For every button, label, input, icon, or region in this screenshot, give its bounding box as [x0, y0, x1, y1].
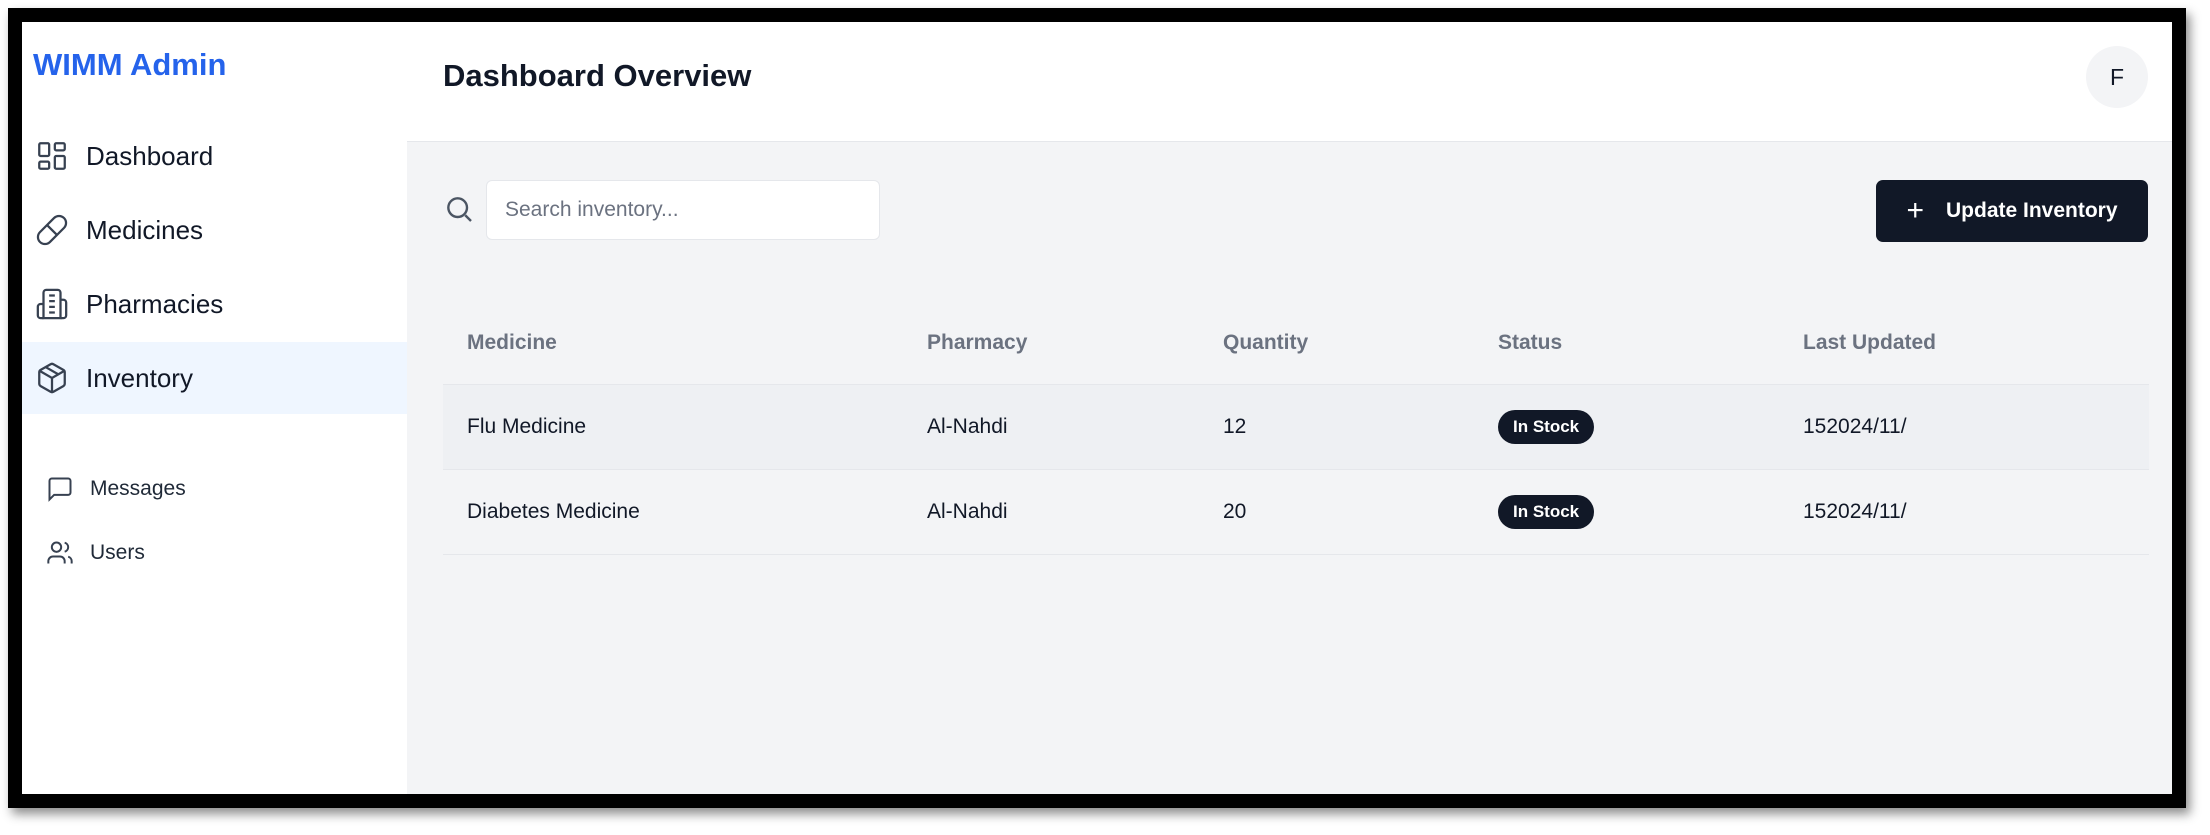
table-row[interactable]: Flu Medicine Al-Nahdi 12 In Stock 152024…: [443, 385, 2149, 470]
sidebar-item-dashboard[interactable]: Dashboard: [22, 120, 407, 192]
sidebar-item-label: Medicines: [86, 214, 204, 245]
table-header: Medicine Pharmacy Quantity Status Last U…: [443, 302, 2149, 385]
avatar[interactable]: F: [2086, 46, 2148, 108]
quantity-cell: 20: [1223, 500, 1247, 523]
pharmacy-cell: Al-Nahdi: [927, 415, 1008, 438]
inventory-table: Medicine Pharmacy Quantity Status Last U…: [443, 302, 2149, 555]
status-cell: In Stock: [1498, 470, 1595, 554]
sidebar: WIMM Admin Dashboard Medicines Pharmacie…: [22, 22, 408, 794]
pharmacy-cell: Al-Nahdi: [927, 500, 1008, 523]
sidebar-item-medicines[interactable]: Medicines: [22, 194, 407, 266]
brand-logo[interactable]: WIMM Admin: [33, 47, 226, 83]
sidebar-item-label: Dashboard: [86, 140, 214, 171]
plus-icon: +: [1906, 194, 1924, 227]
sidebar-item-label: Pharmacies: [86, 288, 224, 319]
sidebar-item-users[interactable]: Users: [22, 525, 407, 581]
page-title: Dashboard Overview: [443, 58, 752, 93]
medicine-cell: Diabetes Medicine: [467, 500, 640, 523]
building-icon: [35, 287, 69, 321]
column-header-last-updated[interactable]: Last Updated: [1803, 302, 1936, 384]
app-screen: WIMM Admin Dashboard Medicines Pharmacie…: [22, 22, 2172, 794]
users-icon: [46, 539, 74, 567]
last-updated-cell: 152024/11/: [1803, 500, 1907, 523]
dashboard-icon: [35, 139, 69, 173]
update-inventory-button[interactable]: + Update Inventory: [1876, 180, 2148, 242]
table-row[interactable]: Diabetes Medicine Al-Nahdi 20 In Stock 1…: [443, 470, 2149, 555]
column-header-medicine[interactable]: Medicine: [467, 302, 557, 384]
quantity-cell: 12: [1223, 415, 1247, 438]
status-badge: In Stock: [1498, 495, 1595, 529]
sidebar-item-label: Users: [90, 541, 145, 564]
medicine-cell: Flu Medicine: [467, 415, 587, 438]
sidebar-item-pharmacies[interactable]: Pharmacies: [22, 268, 407, 340]
top-header: Dashboard Overview F: [407, 22, 2172, 142]
pill-icon: [35, 213, 69, 247]
update-inventory-label: Update Inventory: [1946, 199, 2118, 222]
last-updated-cell: 152024/11/: [1803, 415, 1907, 438]
main-content: + Update Inventory Medicine Pharmacy Qua…: [407, 142, 2172, 794]
sidebar-item-label: Messages: [90, 477, 186, 500]
sidebar-item-label: Inventory: [86, 362, 193, 393]
column-header-status[interactable]: Status: [1498, 302, 1562, 384]
column-header-pharmacy[interactable]: Pharmacy: [927, 302, 1027, 384]
status-badge: In Stock: [1498, 410, 1595, 444]
column-header-quantity[interactable]: Quantity: [1223, 302, 1308, 384]
sidebar-item-inventory[interactable]: Inventory: [22, 342, 407, 414]
status-cell: In Stock: [1498, 385, 1595, 469]
window-frame: WIMM Admin Dashboard Medicines Pharmacie…: [8, 8, 2186, 808]
search-icon: [443, 193, 475, 225]
search-input[interactable]: [486, 180, 880, 240]
sidebar-item-messages[interactable]: Messages: [22, 461, 407, 517]
message-icon: [46, 475, 74, 503]
package-icon: [35, 361, 69, 395]
